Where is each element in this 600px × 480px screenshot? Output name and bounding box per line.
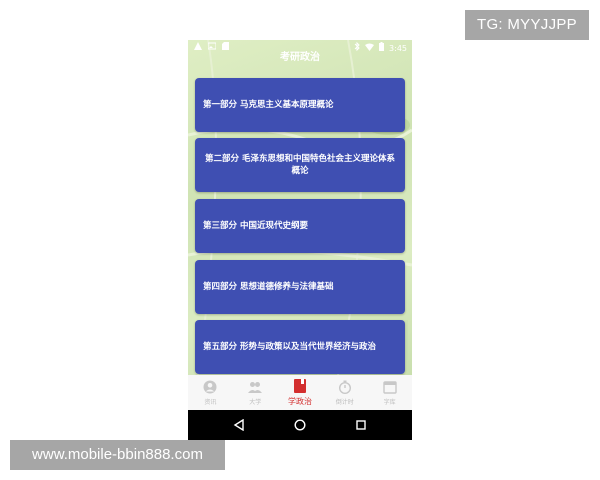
tab-label: 学政治 bbox=[287, 396, 312, 406]
part-label: 第一部分 马克思主义基本原理概论 bbox=[203, 100, 334, 110]
home-circle-icon bbox=[294, 416, 306, 435]
part-label: 第二部分 毛泽东思想和中国特色社会主义理论体系概论 bbox=[205, 154, 395, 176]
stopwatch-icon bbox=[338, 380, 352, 397]
recents-square-icon bbox=[355, 416, 367, 435]
android-nav-bar bbox=[188, 410, 412, 440]
part-card-3[interactable]: 第三部分 中国近现代史纲要 bbox=[195, 199, 405, 253]
person-icon bbox=[203, 380, 217, 397]
part-label: 第五部分 形势与政策以及当代世界经济与政治 bbox=[203, 342, 376, 352]
part-card-4[interactable]: 第四部分 思想道德修养与法律基础 bbox=[195, 260, 405, 314]
tab-university[interactable]: 大学 bbox=[233, 375, 278, 410]
book-icon bbox=[293, 378, 306, 396]
bottom-tab-bar: 资讯 大学 学政治 倒计时 字库 bbox=[188, 375, 412, 410]
tab-label: 资讯 bbox=[204, 398, 217, 406]
watermark-top: TG: MYYJJPP bbox=[465, 10, 589, 40]
back-button[interactable] bbox=[227, 413, 251, 437]
tab-label: 大学 bbox=[249, 398, 262, 406]
watermark-bottom: www.mobile-bbin888.com bbox=[10, 440, 225, 470]
home-button[interactable] bbox=[288, 413, 312, 437]
part-label: 第三部分 中国近现代史纲要 bbox=[203, 221, 308, 231]
tab-label: 倒计时 bbox=[335, 398, 354, 406]
part-label: 第四部分 思想道德修养与法律基础 bbox=[203, 282, 334, 292]
phone-screen: 3:45 考研政治 第一部分 马克思主义基本原理概论 第二部分 毛泽东思想和中国… bbox=[188, 40, 412, 440]
tab-study-politics[interactable]: 学政治 bbox=[278, 375, 323, 410]
tab-countdown[interactable]: 倒计时 bbox=[322, 375, 367, 410]
tab-news[interactable]: 资讯 bbox=[188, 375, 233, 410]
part-card-2[interactable]: 第二部分 毛泽东思想和中国特色社会主义理论体系概论 bbox=[195, 138, 405, 192]
tab-library[interactable]: 字库 bbox=[367, 375, 412, 410]
part-card-5[interactable]: 第五部分 形势与政策以及当代世界经济与政治 bbox=[195, 320, 405, 374]
back-triangle-icon bbox=[233, 416, 245, 435]
tab-label: 字库 bbox=[383, 398, 396, 406]
people-icon bbox=[247, 380, 263, 397]
app-title: 考研政治 bbox=[280, 52, 320, 63]
calendar-icon bbox=[382, 380, 397, 397]
part-card-1[interactable]: 第一部分 马克思主义基本原理概论 bbox=[195, 78, 405, 132]
recents-button[interactable] bbox=[349, 413, 373, 437]
